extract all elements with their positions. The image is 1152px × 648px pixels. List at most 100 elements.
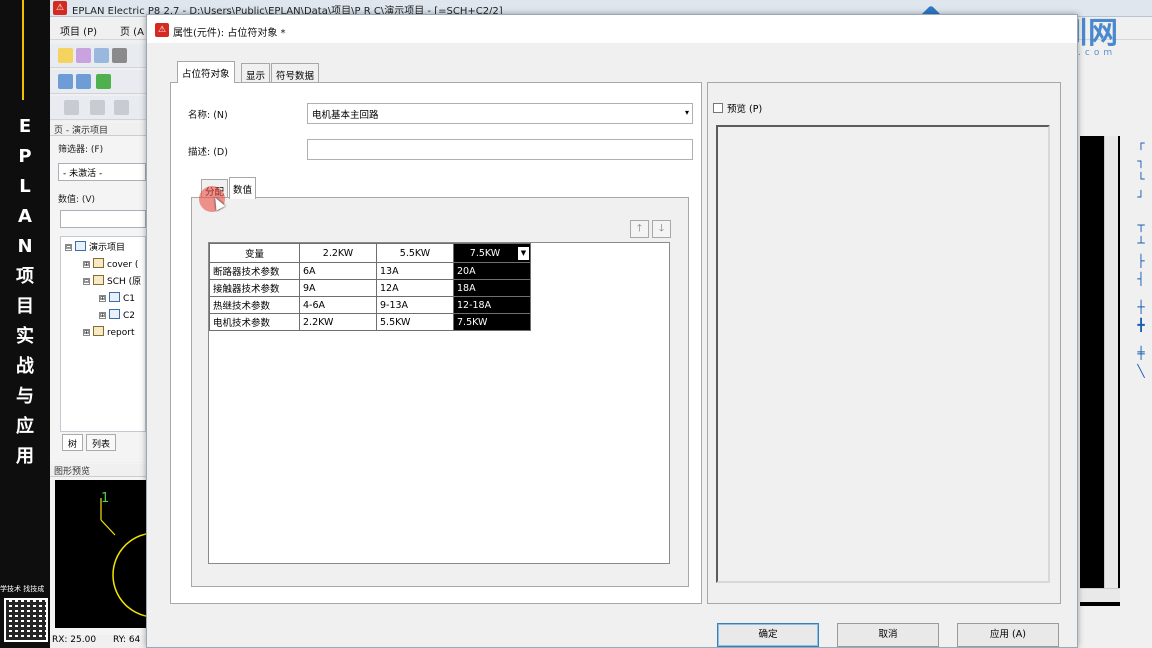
tee-left-icon[interactable]: ┤ [1134, 272, 1148, 286]
new-project-icon[interactable] [58, 48, 73, 63]
status-ry: RY: 64 [112, 635, 141, 645]
table-cell-selected[interactable]: 18A [453, 279, 531, 297]
value-input[interactable] [60, 210, 146, 228]
banner-accent-line [22, 0, 24, 100]
cross-icon[interactable]: ┼ [1134, 300, 1148, 314]
table-cell[interactable]: 9-13A [376, 296, 454, 314]
tree-item-cover[interactable]: ⊞ cover ( [83, 258, 138, 272]
tee-right-icon[interactable]: ├ [1134, 254, 1148, 268]
tree-item-c2[interactable]: ⊞ C2 [99, 309, 135, 323]
table-cell-selected[interactable]: 12-18A [453, 296, 531, 314]
table-row: 接触器技术参数 9A 12A 18A [209, 279, 531, 297]
tree-toggle-icon[interactable]: ⊞ [99, 295, 106, 302]
table-cell[interactable]: 6A [299, 262, 377, 280]
table-cell[interactable]: 13A [376, 262, 454, 280]
project-tree: ⊟ 演示项目 ⊞ cover ( ⊟ SCH (原 ⊞ C1 ⊞ C2 ⊞ report [60, 236, 146, 432]
connect-tool-icon[interactable] [90, 100, 105, 115]
row-header: 热继技术参数 [209, 296, 300, 314]
edit-tool-icon[interactable] [114, 100, 129, 115]
name-combobox[interactable]: 电机基本主回路 ▾ [307, 103, 693, 124]
corner-bottom-left-icon[interactable]: └ [1134, 172, 1148, 186]
menu-project[interactable]: 项目 (P) [60, 23, 97, 38]
location-icon [109, 309, 120, 319]
status-rx: RX: 25.00 [52, 635, 97, 645]
banner-title: EPLAN项目实战与应用 [16, 116, 34, 467]
diagonal-icon[interactable]: ╲ [1134, 364, 1148, 378]
tree-toggle-icon[interactable]: ⊞ [83, 261, 90, 268]
table-cell[interactable]: 9A [299, 279, 377, 297]
vertical-scrollbar[interactable] [1104, 136, 1118, 592]
placeholder-tab-page: 名称: (N) 电机基本主回路 ▾ 描述: (D) 分配 数值 🡑 🡓 变量 2… [170, 82, 702, 604]
open-project-icon[interactable] [76, 48, 91, 63]
ok-button[interactable]: 确定 [717, 623, 819, 647]
description-label: 描述: (D) [188, 147, 228, 158]
column-header[interactable]: 5.5KW [376, 243, 454, 263]
toolbar-row-1 [50, 44, 146, 68]
horizontal-scrollbar[interactable] [1080, 588, 1120, 602]
table-cell[interactable]: 2.2KW [299, 313, 377, 331]
value-label: 数值: (V) [58, 195, 96, 205]
print-icon[interactable] [112, 48, 127, 63]
selected-column-label: 7.5KW [469, 247, 501, 259]
table-cell[interactable]: 12A [376, 279, 454, 297]
graphics-icon[interactable] [76, 74, 91, 89]
tab-display[interactable]: 显示 [241, 63, 271, 83]
tee-down-icon[interactable]: ┬ [1134, 218, 1148, 232]
plugin-icon[interactable] [96, 74, 111, 89]
column-header[interactable]: 2.2KW [299, 243, 377, 263]
preview-checkbox[interactable]: 预览 (P) [713, 101, 762, 115]
project-icon [75, 241, 86, 251]
corner-top-right-icon[interactable]: ┐ [1134, 154, 1148, 168]
properties-dialog: ⚠ 属性(元件): 占位符对象 * 占位符对象 显示 符号数据 名称: (N) … [146, 14, 1078, 648]
tree-item-sch[interactable]: ⊟ SCH (原 [83, 275, 141, 289]
location-icon [109, 292, 120, 302]
tree-toggle-icon[interactable]: ⊞ [83, 329, 90, 336]
cancel-button[interactable]: 取消 [837, 623, 939, 647]
navigator-icon[interactable] [58, 74, 73, 89]
checkbox-icon[interactable] [713, 103, 723, 113]
tree-toggle-icon[interactable]: ⊟ [65, 244, 72, 251]
cross-alt-icon[interactable]: ╋ [1134, 318, 1148, 332]
tab-values[interactable]: 数值 [229, 177, 257, 199]
folder-icon [93, 258, 104, 268]
tree-item-report[interactable]: ⊞ report [83, 326, 135, 340]
menu-page[interactable]: 页 (A [120, 23, 144, 38]
preview-group [707, 82, 1061, 604]
dropdown-arrow-icon[interactable]: ▾ [685, 108, 689, 117]
status-bar: RX: 25.00 RY: 64 [50, 632, 146, 648]
tree-item-c1[interactable]: ⊞ C1 [99, 292, 135, 306]
tree-item-project[interactable]: ⊟ 演示项目 [65, 241, 125, 255]
tab-placeholder-object[interactable]: 占位符对象 [177, 61, 235, 83]
table-cell[interactable]: 5.5KW [376, 313, 454, 331]
folder-icon [93, 275, 104, 285]
tree-toggle-icon[interactable]: ⊟ [83, 278, 90, 285]
cell-dropdown-icon[interactable]: ▼ [518, 246, 529, 260]
table-cell[interactable]: 4-6A [299, 296, 377, 314]
page-icon[interactable] [94, 48, 109, 63]
apply-button[interactable]: 应用 (A) [957, 623, 1059, 647]
move-up-button[interactable]: 🡑 [630, 220, 649, 238]
left-banner: EPLAN项目实战与应用 学技术 找技成 [0, 0, 50, 648]
column-header-selected[interactable]: 7.5KW ▼ [453, 243, 531, 263]
row-header: 断路器技术参数 [209, 262, 300, 280]
jumper-icon[interactable]: ╪ [1134, 346, 1148, 360]
table-cell-selected[interactable]: 20A [453, 262, 531, 280]
tab-symbol-data[interactable]: 符号数据 [271, 63, 320, 83]
dialog-title: 属性(元件): 占位符对象 * [173, 28, 286, 39]
table-cell-selected[interactable]: 7.5KW [453, 313, 531, 331]
description-field[interactable] [307, 139, 693, 160]
corner-top-left-icon[interactable]: ┌ [1134, 136, 1148, 150]
preview-label: 预览 (P) [727, 104, 763, 115]
folder-icon [93, 326, 104, 336]
corner-bottom-right-icon[interactable]: ┘ [1134, 190, 1148, 204]
tree-toggle-icon[interactable]: ⊞ [99, 312, 106, 319]
tab-tree[interactable]: 树 [62, 434, 84, 451]
insert-tool-icon[interactable] [64, 100, 79, 115]
toolbar-row-3 [50, 96, 146, 120]
filter-select[interactable]: - 未激活 - [58, 163, 146, 181]
tab-list[interactable]: 列表 [86, 434, 117, 451]
move-down-button[interactable]: 🡓 [652, 220, 671, 238]
table-row: 电机技术参数 2.2KW 5.5KW 7.5KW [209, 313, 531, 331]
tee-up-icon[interactable]: ┴ [1134, 236, 1148, 250]
row-header: 接触器技术参数 [209, 279, 300, 297]
